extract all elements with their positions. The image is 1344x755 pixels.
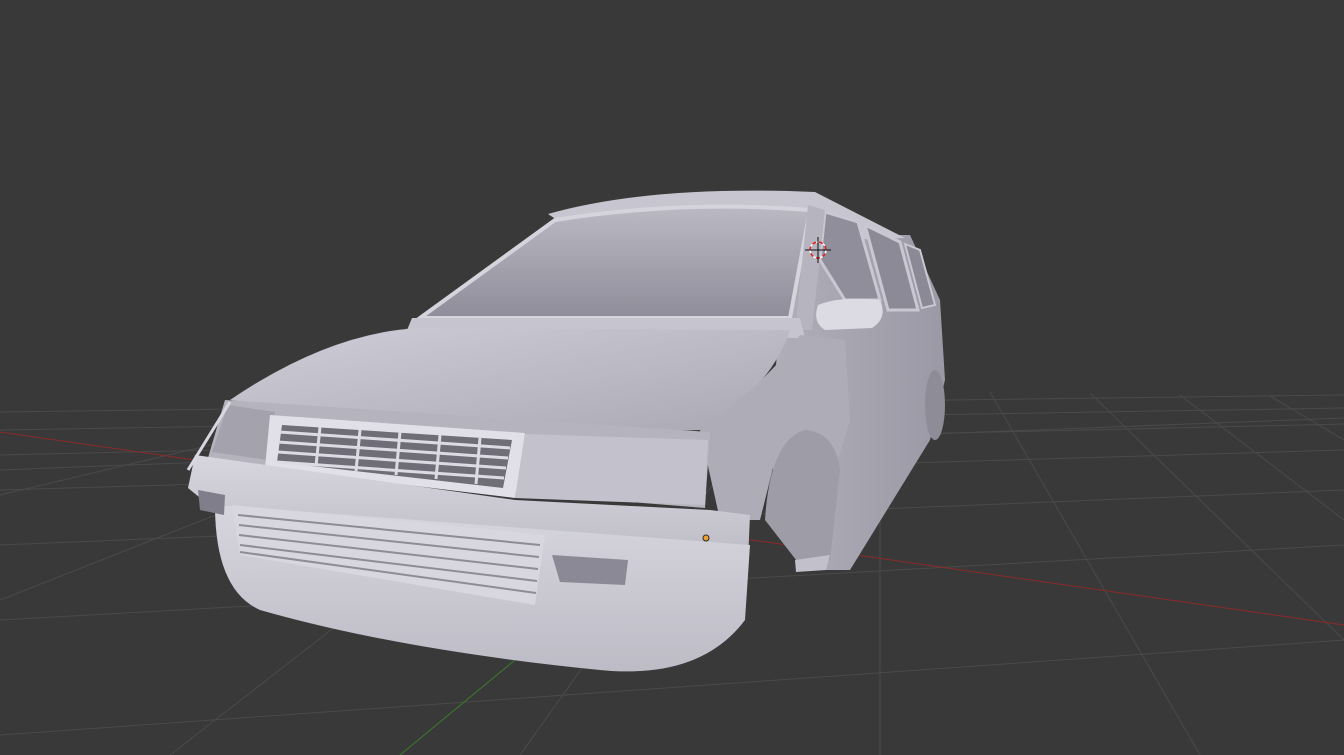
object-origin-icon[interactable]: [702, 534, 710, 542]
rear-wheel-arch: [925, 370, 945, 440]
car-model[interactable]: [186, 190, 945, 672]
windshield: [413, 204, 813, 320]
headlight-right: [515, 434, 708, 505]
y-axis-line: [399, 659, 516, 755]
fog-light-right: [552, 555, 628, 585]
3d-viewport[interactable]: [0, 0, 1344, 755]
side-mirror: [816, 298, 883, 330]
